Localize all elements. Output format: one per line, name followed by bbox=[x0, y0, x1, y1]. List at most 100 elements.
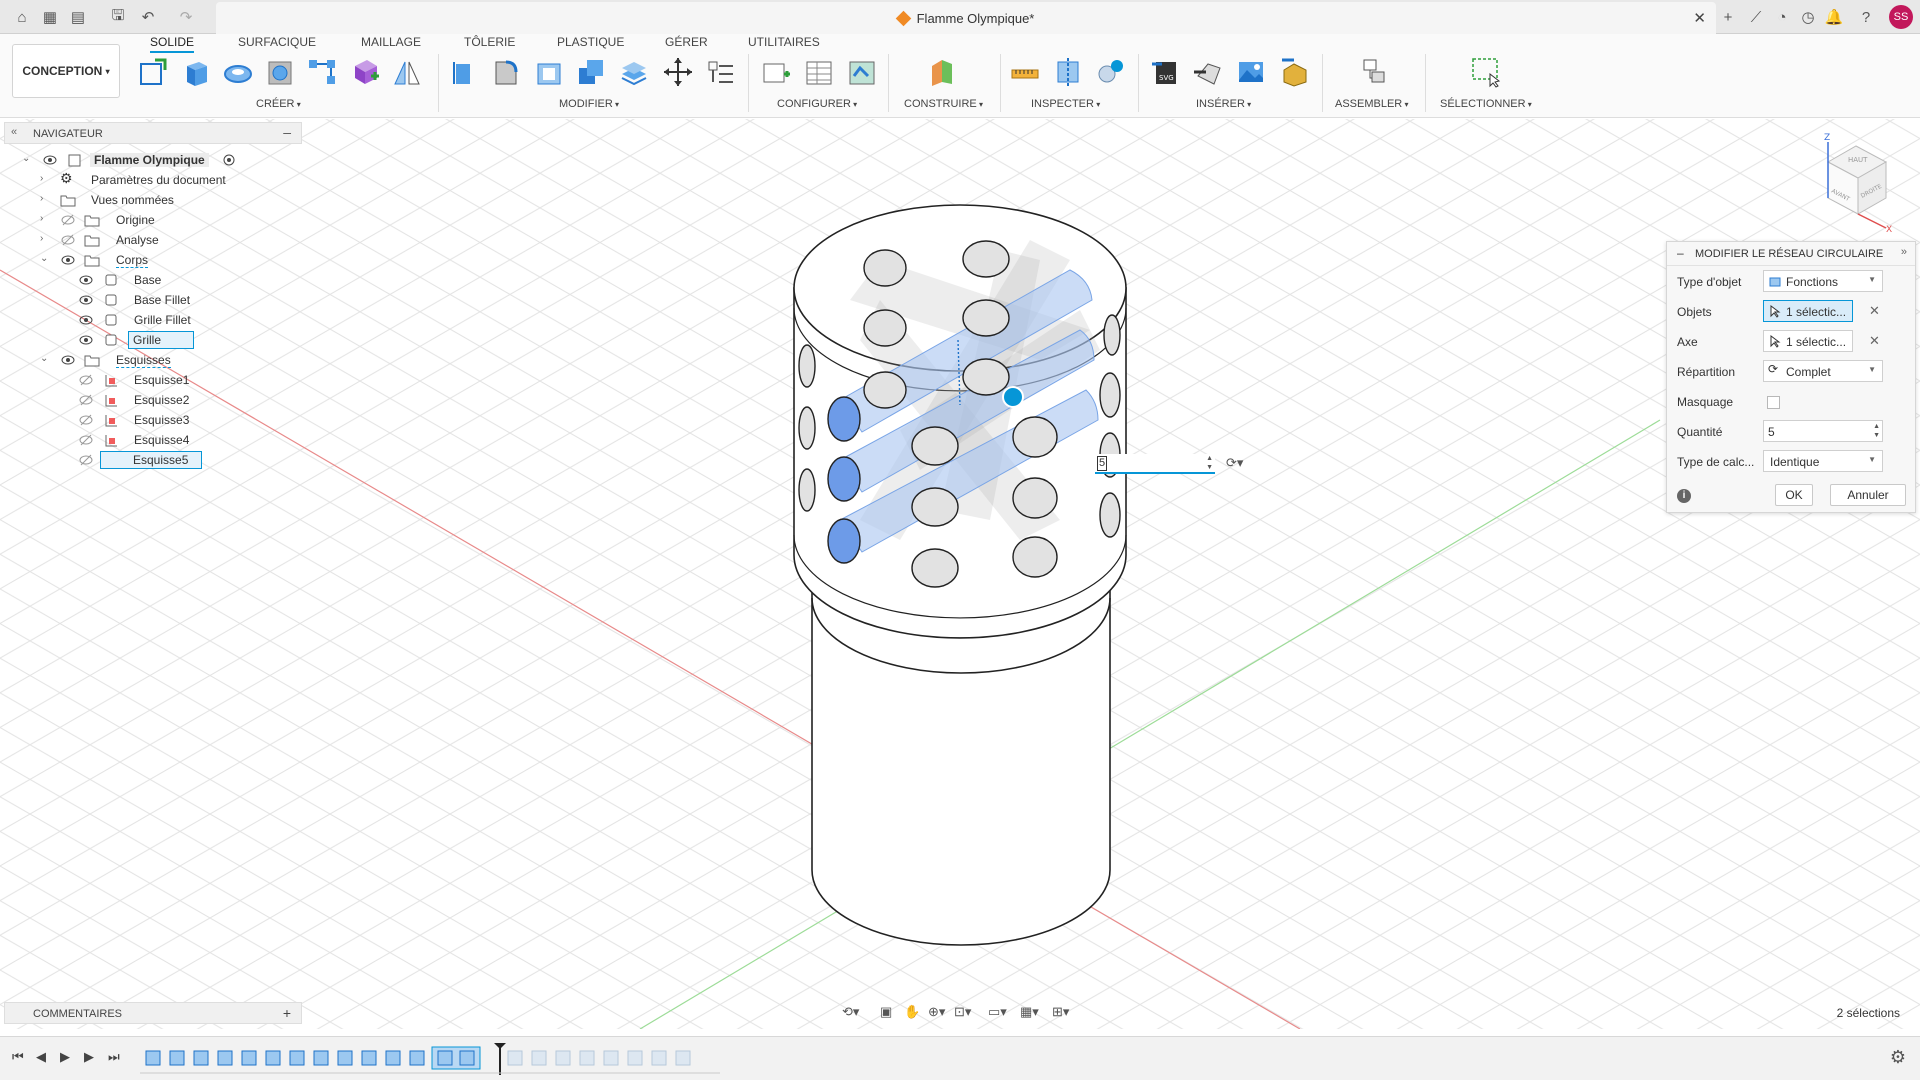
group-modifier[interactable]: MODIFIER bbox=[559, 98, 619, 110]
tree-item-body-grille-fillet[interactable]: Grille Fillet bbox=[0, 310, 300, 330]
go-to-end-icon[interactable]: ⏭ bbox=[108, 1049, 120, 1065]
chevron-right-icon[interactable]: › bbox=[40, 193, 50, 204]
measure-icon[interactable] bbox=[1009, 56, 1041, 88]
extrude-icon[interactable] bbox=[179, 56, 211, 88]
shell-icon[interactable] bbox=[533, 56, 565, 88]
play-icon[interactable]: ▶ bbox=[60, 1049, 70, 1065]
tree-item-sketch2[interactable]: Esquisse2 bbox=[0, 390, 300, 410]
add-comment-icon[interactable]: + bbox=[283, 1005, 291, 1021]
select-icon[interactable] bbox=[1470, 56, 1502, 88]
insert-mcmaster-icon[interactable] bbox=[1278, 56, 1310, 88]
dialog-header[interactable]: – MODIFIER LE RÉSEAU CIRCULAIRE » bbox=[1667, 242, 1915, 266]
grille-body[interactable] bbox=[793, 204, 1127, 639]
section-analysis-icon[interactable] bbox=[1052, 56, 1084, 88]
comments-panel[interactable]: COMMENTAIRES + bbox=[4, 1002, 302, 1024]
configure-icon[interactable] bbox=[760, 56, 792, 88]
visibility-hidden-icon[interactable] bbox=[61, 233, 75, 247]
chevron-right-icon[interactable]: › bbox=[40, 213, 50, 224]
tree-item-sketch4[interactable]: Esquisse4 bbox=[0, 430, 300, 450]
config-theme-icon[interactable] bbox=[846, 56, 878, 88]
tab-gerer[interactable]: GÉRER bbox=[665, 35, 708, 49]
distribution-select[interactable]: ⟳ Complet ▼ bbox=[1763, 360, 1883, 382]
viewports-icon[interactable]: ⊞▾ bbox=[1052, 1004, 1069, 1020]
ok-button[interactable]: OK bbox=[1775, 484, 1813, 506]
home-icon[interactable]: ⌂ bbox=[12, 7, 32, 27]
chevron-down-icon[interactable]: ⌄ bbox=[40, 253, 50, 264]
axis-selector[interactable]: 1 sélectic... bbox=[1763, 330, 1853, 352]
new-component-icon[interactable] bbox=[1358, 56, 1390, 88]
create-sketch-icon[interactable] bbox=[137, 56, 169, 88]
selected-holes[interactable] bbox=[827, 396, 861, 564]
minimize-icon[interactable]: – bbox=[283, 124, 291, 140]
zoom-icon[interactable]: ⊕▾ bbox=[928, 1004, 945, 1020]
combine-icon[interactable] bbox=[575, 56, 607, 88]
visibility-eye-icon[interactable] bbox=[61, 253, 75, 267]
close-tab-icon[interactable]: ✕ bbox=[1693, 9, 1706, 27]
tree-root[interactable]: ⌄ Flamme Olympique bbox=[0, 150, 300, 170]
expand-icon[interactable]: » bbox=[1901, 246, 1907, 258]
fillet-icon[interactable] bbox=[490, 56, 522, 88]
chevron-down-icon[interactable]: ⌄ bbox=[40, 353, 50, 364]
undo-icon[interactable]: ↶ bbox=[138, 7, 158, 27]
grid-settings-icon[interactable]: ▦▾ bbox=[1020, 1004, 1039, 1020]
plane-icon[interactable] bbox=[926, 56, 958, 88]
move-icon[interactable] bbox=[662, 56, 694, 88]
look-at-icon[interactable]: ▣ bbox=[880, 1004, 892, 1020]
visibility-eye-icon[interactable] bbox=[79, 313, 93, 327]
tab-plastique[interactable]: PLASTIQUE bbox=[557, 35, 624, 49]
pan-icon[interactable]: ✋ bbox=[904, 1004, 920, 1020]
interference-icon[interactable] bbox=[1095, 56, 1127, 88]
tree-item-analysis[interactable]: › Analyse bbox=[0, 230, 300, 250]
notifications-icon[interactable]: 🔔 bbox=[1824, 7, 1844, 27]
gear-icon[interactable]: ⚙ bbox=[1890, 1047, 1906, 1068]
group-creer[interactable]: CRÉER bbox=[256, 98, 301, 110]
collapse-panel-icon[interactable]: « bbox=[11, 126, 17, 138]
group-selectionner[interactable]: SÉLECTIONNER bbox=[1440, 98, 1532, 110]
tree-item-sketch1[interactable]: Esquisse1 bbox=[0, 370, 300, 390]
chevron-right-icon[interactable]: › bbox=[40, 233, 50, 244]
new-tab-icon[interactable]: + bbox=[1718, 7, 1738, 27]
spinner-icon[interactable]: ▲ ▼ bbox=[1873, 422, 1880, 440]
group-assembler[interactable]: ASSEMBLER bbox=[1335, 98, 1409, 110]
visibility-eye-icon[interactable] bbox=[79, 333, 93, 347]
tree-item-sketches[interactable]: ⌄ Esquisses bbox=[0, 350, 300, 370]
visibility-eye-icon[interactable] bbox=[61, 353, 75, 367]
spinner-icon[interactable]: ▲ ▼ bbox=[1206, 454, 1213, 472]
compute-type-select[interactable]: Identique ▼ bbox=[1763, 450, 1883, 472]
config-table-icon[interactable] bbox=[803, 56, 835, 88]
quantity-value[interactable]: 5 bbox=[1768, 425, 1775, 439]
tree-item-origin[interactable]: › Origine bbox=[0, 210, 300, 230]
tree-label-selected[interactable]: Esquisse5 bbox=[100, 451, 202, 469]
redo-icon[interactable]: ↷ bbox=[176, 7, 196, 27]
visibility-hidden-icon[interactable] bbox=[79, 373, 93, 387]
tree-item-body-base-fillet[interactable]: Base Fillet bbox=[0, 290, 300, 310]
info-icon[interactable]: i bbox=[1677, 489, 1691, 503]
press-pull-icon[interactable] bbox=[448, 56, 480, 88]
visibility-hidden-icon[interactable] bbox=[79, 453, 93, 467]
tree-item-named-views[interactable]: › Vues nommées bbox=[0, 190, 300, 210]
offset-face-icon[interactable] bbox=[618, 56, 650, 88]
view-cube[interactable]: HAUT AVANT DROITE Z X bbox=[1800, 132, 1900, 232]
tree-item-body-grille[interactable]: Grille bbox=[0, 330, 300, 350]
visibility-hidden-icon[interactable] bbox=[79, 393, 93, 407]
quantity-inline-input[interactable]: 5 ▲ ▼ bbox=[1095, 454, 1215, 474]
cancel-button[interactable]: Annuler bbox=[1830, 484, 1906, 506]
inline-value[interactable]: 5 bbox=[1097, 456, 1108, 471]
extensions-icon[interactable]: ◔ bbox=[1772, 7, 1792, 27]
orbit-icon[interactable]: ⟲▾ bbox=[842, 1004, 859, 1020]
fit-icon[interactable]: ⊡▾ bbox=[954, 1004, 971, 1020]
chevron-down-icon[interactable]: ⌄ bbox=[22, 153, 32, 164]
visibility-hidden-icon[interactable] bbox=[79, 433, 93, 447]
visibility-eye-icon[interactable] bbox=[79, 273, 93, 287]
hole-icon[interactable] bbox=[264, 56, 296, 88]
tree-item-sketch3[interactable]: Esquisse3 bbox=[0, 410, 300, 430]
job-status-icon[interactable]: ◷ bbox=[1798, 7, 1818, 27]
suppression-checkbox[interactable] bbox=[1767, 396, 1780, 409]
chevron-right-icon[interactable]: › bbox=[40, 173, 50, 184]
quantity-input[interactable]: 5 ▲ ▼ bbox=[1763, 420, 1883, 442]
grid-icon[interactable]: ▦ bbox=[40, 7, 60, 27]
mirror-icon[interactable] bbox=[391, 56, 423, 88]
insert-mesh-icon[interactable] bbox=[1192, 56, 1224, 88]
go-to-start-icon[interactable]: ⏮ bbox=[12, 1049, 24, 1065]
tab-tolerie[interactable]: TÔLERIE bbox=[464, 35, 515, 49]
